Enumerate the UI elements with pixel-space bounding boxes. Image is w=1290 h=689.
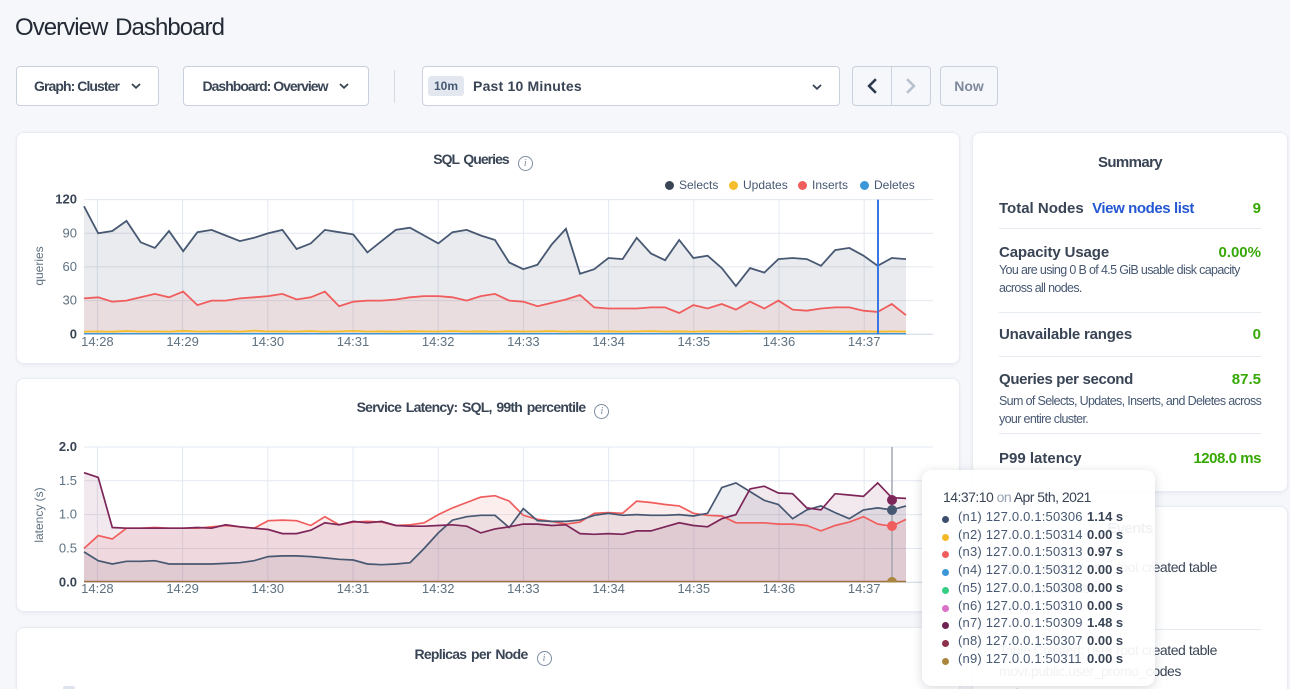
svg-text:120: 120 <box>55 192 77 207</box>
svg-text:14:36: 14:36 <box>763 581 796 596</box>
svg-text:14:34: 14:34 <box>592 334 625 349</box>
svg-text:14:28: 14:28 <box>81 334 114 349</box>
svg-text:14:31: 14:31 <box>337 581 370 596</box>
svg-text:0: 0 <box>70 326 77 341</box>
svg-text:30: 30 <box>63 293 77 308</box>
svg-text:14:29: 14:29 <box>166 581 199 596</box>
svg-text:14:32: 14:32 <box>422 581 455 596</box>
svg-text:1.5: 1.5 <box>59 473 77 488</box>
svg-text:2.0: 2.0 <box>59 439 77 454</box>
svg-text:14:31: 14:31 <box>337 334 370 349</box>
svg-text:14:29: 14:29 <box>166 334 199 349</box>
svg-text:14:33: 14:33 <box>507 581 540 596</box>
svg-text:14:33: 14:33 <box>507 334 540 349</box>
svg-text:90: 90 <box>63 225 77 240</box>
svg-text:14:30: 14:30 <box>252 334 285 349</box>
svg-text:14:34: 14:34 <box>592 581 625 596</box>
svg-text:14:32: 14:32 <box>422 334 455 349</box>
svg-text:14:35: 14:35 <box>678 334 711 349</box>
svg-text:14:30: 14:30 <box>252 581 285 596</box>
svg-text:14:35: 14:35 <box>678 581 711 596</box>
svg-text:60: 60 <box>63 259 77 274</box>
svg-text:14:36: 14:36 <box>763 334 796 349</box>
svg-text:14:37: 14:37 <box>848 581 881 596</box>
svg-text:0.0: 0.0 <box>59 574 77 589</box>
svg-text:14:37: 14:37 <box>848 334 881 349</box>
svg-text:14:28: 14:28 <box>81 581 114 596</box>
svg-text:0.5: 0.5 <box>59 541 77 556</box>
svg-text:1.0: 1.0 <box>59 507 77 522</box>
